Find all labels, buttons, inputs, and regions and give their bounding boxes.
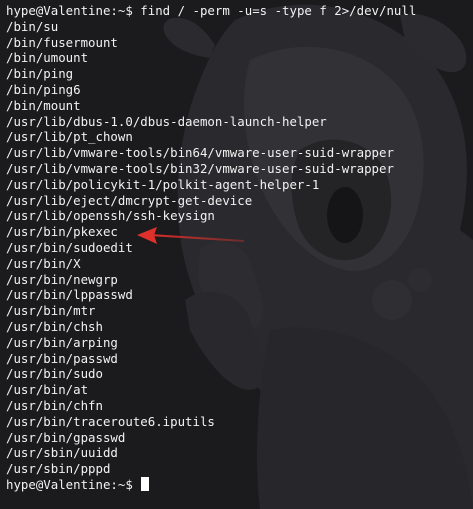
terminal-window[interactable]: hype@Valentine:~$ find / -perm -u=s -typ… [0, 0, 473, 509]
arrow-shaft [150, 234, 244, 242]
red-arrow-annotation [137, 227, 244, 244]
arrow-head [137, 227, 157, 244]
